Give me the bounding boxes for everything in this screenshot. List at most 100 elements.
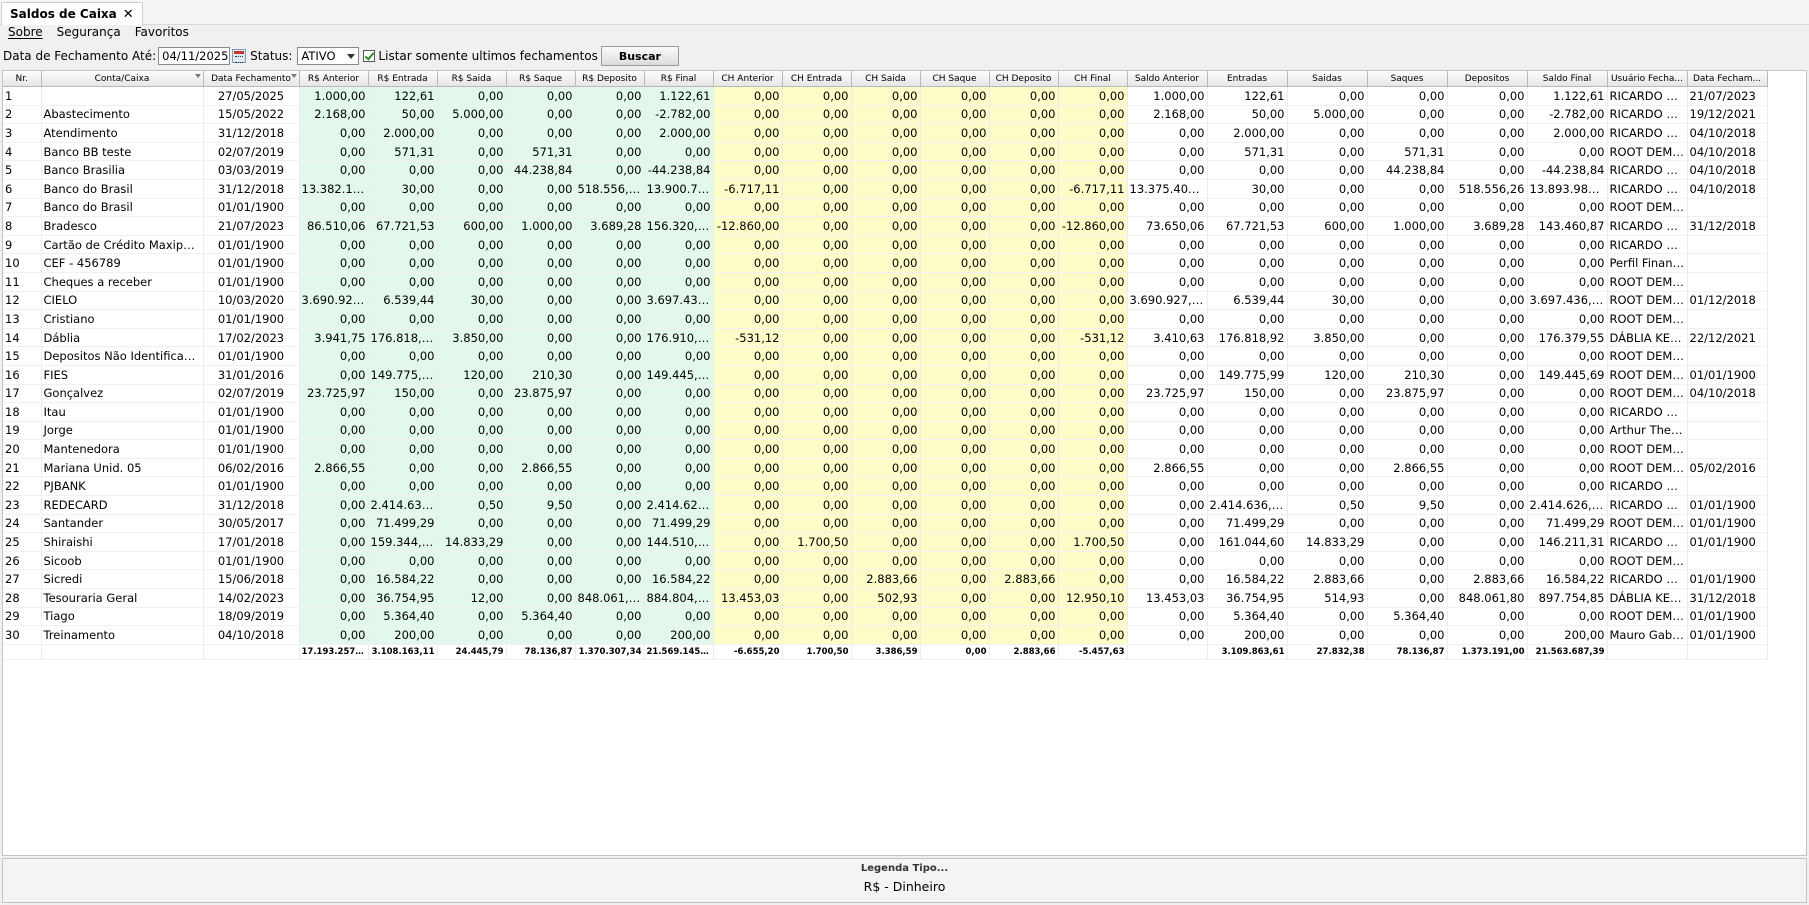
- table-cell: 0,00: [1287, 607, 1368, 627]
- table-row[interactable]: 23REDECARD31/12/20180,002.414.636,350,50…: [3, 495, 1768, 515]
- search-button[interactable]: Buscar: [600, 46, 679, 66]
- column-header[interactable]: Data Fecham...: [1687, 71, 1768, 87]
- table-cell: 23.725,97: [299, 384, 369, 404]
- table-row[interactable]: 8 Bradesco 21/07/2023 86.510,06 67.721,53 600…: [3, 216, 1768, 236]
- total-cell: 3.386,59: [851, 644, 921, 660]
- menu-item-favoritos[interactable]: Favoritos: [135, 25, 189, 43]
- column-header[interactable]: CH Final: [1058, 71, 1128, 87]
- table-row[interactable]: 1 27/05/2025 1.000,00 122,61 0,00 0,00 0,00 1.1…: [3, 86, 1768, 106]
- table-cell: 0,00: [713, 160, 783, 180]
- table-row[interactable]: 10 CEF - 456789 01/01/1900 0,00 0,00 0,00 0,00…: [3, 253, 1768, 273]
- table-cell: 0,00: [989, 458, 1059, 478]
- column-header[interactable]: R$ Saque: [506, 71, 576, 87]
- table-cell: 3.689,28: [575, 216, 645, 236]
- status-select[interactable]: ATIVO: [297, 47, 360, 65]
- calendar-icon[interactable]: [232, 49, 247, 63]
- table-cell: 0,00: [989, 495, 1059, 515]
- table-cell: 0,00: [1287, 235, 1368, 255]
- table-cell: 0,00: [368, 235, 438, 255]
- column-header[interactable]: Saldo Anterior: [1127, 71, 1208, 87]
- filter-dropdown-icon[interactable]: [194, 74, 201, 78]
- table-cell: 0,00: [920, 514, 990, 534]
- table-cell: 518.556,26: [1447, 179, 1528, 199]
- only-last-closings-checkbox[interactable]: [363, 50, 376, 62]
- column-header[interactable]: CH Saque: [920, 71, 990, 87]
- menu-item-sobre[interactable]: Sobre: [8, 25, 43, 43]
- table-cell: 0,00: [713, 291, 783, 311]
- column-header[interactable]: Saidas: [1287, 71, 1368, 87]
- table-row[interactable]: 19 Jorge 01/01/1900 0,00 0,00 0,00 0,00 0,00 0,0…: [3, 421, 1768, 441]
- table-row[interactable]: 13 Cristiano 01/01/1900 0,00 0,00 0,00 0,00 0,0…: [3, 309, 1768, 329]
- column-header[interactable]: Conta/Caixa: [41, 71, 204, 87]
- table-cell: 3.410,63: [1127, 328, 1208, 348]
- table-row[interactable]: 27 Sicredi 15/06/2018 0,00 16.584,22 0,00 0,00…: [3, 569, 1768, 590]
- table-cell: CIELO: [41, 291, 204, 311]
- table-row[interactable]: 22 PJBANK 01/01/1900 0,00 0,00 0,00 0,00 0,00 0,…: [3, 476, 1768, 497]
- table-cell: 0,00: [1367, 272, 1448, 292]
- table-cell: 0,00: [575, 272, 645, 292]
- column-header[interactable]: CH Anterior: [713, 71, 783, 87]
- column-header[interactable]: R$ Deposito: [575, 71, 645, 87]
- column-header[interactable]: CH Deposito: [989, 71, 1059, 87]
- table-cell: -12.860,00: [1058, 216, 1128, 236]
- table-row[interactable]: 17 Gonçalvez 02/07/2019 23.725,97 150,00 0,00…: [3, 384, 1768, 404]
- table-row[interactable]: 24 Santander 30/05/2017 0,00 71.499,29 0,00 0,…: [3, 514, 1768, 534]
- table-row[interactable]: 12CIELO10/03/20203.690.927,306.539,4430,…: [3, 291, 1768, 311]
- table-cell: 161.044,60: [1207, 532, 1288, 552]
- table-cell: 0,00: [920, 291, 990, 311]
- column-header[interactable]: Saldo Final: [1527, 71, 1608, 87]
- date-field[interactable]: 04/11/2025: [158, 47, 231, 65]
- table-cell: 23.875,97: [506, 384, 576, 404]
- table-cell: 0,50: [437, 495, 507, 515]
- table-row[interactable]: 28 Tesouraria Geral 14/02/2023 0,00 36.754,9…: [3, 588, 1768, 608]
- table-cell: 0,00: [1127, 532, 1208, 552]
- table-row[interactable]: 11 Cheques a receber 01/01/1900 0,00 0,00 0,0…: [3, 272, 1768, 292]
- column-header[interactable]: CH Saida: [851, 71, 921, 87]
- column-header[interactable]: R$ Saida: [437, 71, 507, 87]
- column-header[interactable]: Depositos: [1447, 71, 1528, 87]
- column-header[interactable]: CH Entrada: [782, 71, 852, 87]
- total-cell: 1.700,50: [782, 644, 852, 660]
- table-row[interactable]: 30 Treinamento 04/10/2018 0,00 200,00 0,00 0,0…: [3, 625, 1768, 645]
- filter-dropdown-icon[interactable]: [290, 74, 297, 78]
- table-cell: 149.445,69: [1527, 365, 1608, 385]
- close-icon[interactable]: ✕: [123, 7, 134, 22]
- menu-item-seguranca[interactable]: Segurança: [57, 25, 121, 43]
- table-cell: 01/01/1900: [1687, 569, 1768, 590]
- table-cell: 571,31: [506, 142, 576, 162]
- table-row[interactable]: 26 Sicoob 01/01/1900 0,00 0,00 0,00 0,00 0,00 0,…: [3, 551, 1768, 571]
- table-cell: 71.499,29: [1207, 514, 1288, 534]
- column-header[interactable]: Nr.: [3, 71, 42, 87]
- table-cell: 0,00: [851, 495, 921, 515]
- table-row[interactable]: 3 Atendimento 31/12/2018 0,00 2.000,00 0,00 0,…: [3, 123, 1768, 143]
- table-row[interactable]: 5 Banco Brasilia 03/03/2019 0,00 0,00 0,00 44.…: [3, 160, 1768, 180]
- column-header[interactable]: R$ Anterior: [299, 71, 369, 87]
- table-row[interactable]: 4 Banco BB teste 02/07/2019 0,00 571,31 0,00 5…: [3, 142, 1768, 162]
- tab-saldos-de-caixa[interactable]: Saldos de Caixa ✕: [1, 2, 143, 25]
- table-row[interactable]: 25 Shiraishi 17/01/2018 0,00 159.344,10 14.83…: [3, 532, 1768, 552]
- table-row[interactable]: 14 Dáblia 17/02/2023 3.941,75 176.818,92 3.85…: [3, 328, 1768, 348]
- table-row[interactable]: 21 Mariana Unid. 05 06/02/2016 2.866,55 0,00…: [3, 458, 1768, 478]
- column-header[interactable]: Entradas: [1207, 71, 1288, 87]
- table-row[interactable]: 29 Tiago 18/09/2019 0,00 5.364,40 0,00 5.364,4…: [3, 607, 1768, 627]
- table-row[interactable]: 16 FIES 31/01/2016 0,00 149.775,99 120,00 210,…: [3, 365, 1768, 385]
- table-row[interactable]: 9 Cartão de Crédito Maxipag... 01/01/1900 0…: [3, 235, 1768, 255]
- table-cell: 19: [3, 421, 42, 441]
- table-row[interactable]: 7 Banco do Brasil 01/01/1900 0,00 0,00 0,00 0,…: [3, 198, 1768, 218]
- table-row[interactable]: 15 Depositos Não Identificados 01/01/1900 0…: [3, 346, 1768, 366]
- table-cell: 0,00: [713, 476, 783, 497]
- table-cell: 0,00: [989, 272, 1059, 292]
- column-header[interactable]: Data Fechamento: [203, 71, 300, 87]
- column-header[interactable]: Usuário Fecha...: [1607, 71, 1688, 87]
- table-row[interactable]: 18 Itau 01/01/1900 0,00 0,00 0,00 0,00 0,00 0,00…: [3, 402, 1768, 422]
- table-cell: Mariana Unid. 05: [41, 458, 204, 478]
- table-row[interactable]: 6Banco do Brasil31/12/201813.382.117,...…: [3, 179, 1768, 199]
- table-cell: 01/01/1900: [203, 346, 300, 366]
- table-cell: 0,00: [644, 235, 714, 255]
- column-header[interactable]: Saques: [1367, 71, 1448, 87]
- column-header[interactable]: R$ Final: [644, 71, 714, 87]
- table-cell: 2.883,66: [1447, 569, 1528, 590]
- table-row[interactable]: 2 Abastecimento 15/05/2022 2.168,00 50,00 5.0…: [3, 105, 1768, 125]
- table-row[interactable]: 20 Mantenedora 01/01/1900 0,00 0,00 0,00 0,00 0…: [3, 439, 1768, 459]
- column-header[interactable]: R$ Entrada: [368, 71, 438, 87]
